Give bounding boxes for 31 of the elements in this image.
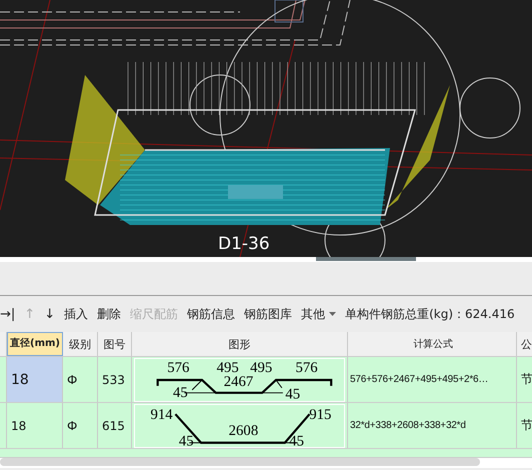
- element-label: D1-36: [218, 234, 270, 254]
- toolbar-button[interactable]: 钢筋图库: [244, 306, 292, 322]
- table-cell: 615: [98, 403, 132, 448]
- toolbar-button[interactable]: 插入: [64, 306, 88, 322]
- table-cell: 32*d+338+2608+338+32*d: [348, 403, 517, 448]
- table-cell[interactable]: 18: [7, 357, 63, 402]
- splitter-handle[interactable]: [316, 257, 416, 261]
- table-cell: Ф: [63, 357, 98, 402]
- row-header[interactable]: [0, 357, 7, 402]
- cad-viewport[interactable]: D1-36: [0, 0, 532, 257]
- toolbar-button[interactable]: 删除: [97, 306, 122, 322]
- column-header[interactable]: 计算公式: [348, 332, 517, 356]
- table-cell: 533: [98, 357, 132, 402]
- row-header[interactable]: [0, 403, 7, 448]
- arrow-button[interactable]: ↓: [44, 306, 56, 322]
- rebar-shape-drawing: 576 495 495 576 45 2467 45: [134, 358, 345, 402]
- menu-button[interactable]: 其他: [301, 306, 336, 322]
- toolbar-button[interactable]: 钢筋信息: [187, 306, 236, 322]
- scrollbar-thumb[interactable]: [0, 458, 480, 466]
- column-header[interactable]: 直径(mm): [7, 332, 63, 356]
- table-row[interactable]: [0, 449, 532, 458]
- table-cell: 576+576+2467+495+495+2*6…: [348, 357, 517, 402]
- arrow-button[interactable]: →|: [0, 306, 16, 322]
- column-header[interactable]: 公: [517, 332, 532, 356]
- column-header[interactable]: 图形: [132, 332, 348, 356]
- total-weight: 单构件钢筋总重(kg)：624.416: [345, 306, 515, 322]
- column-header[interactable]: 图号: [98, 332, 132, 356]
- column-header[interactable]: 级别: [63, 332, 98, 356]
- caret-icon: [329, 312, 336, 316]
- table-cell[interactable]: 18: [7, 403, 63, 448]
- table-cell: Ф: [63, 403, 98, 448]
